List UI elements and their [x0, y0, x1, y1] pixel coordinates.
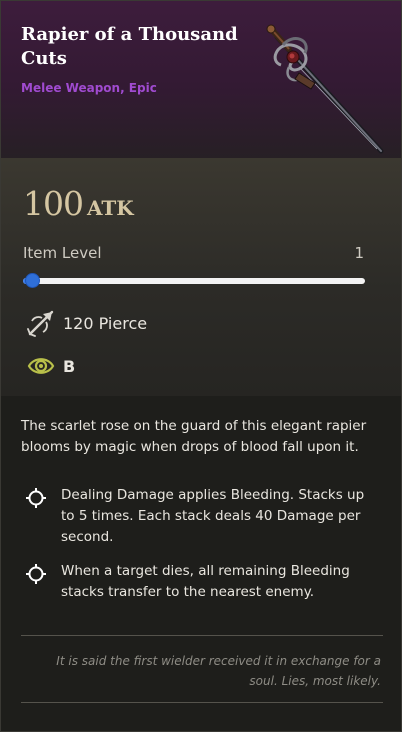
slider-track[interactable] [23, 278, 365, 284]
effect-item: Dealing Damage applies Bleeding. Stacks … [25, 485, 375, 548]
effect-text: When a target dies, all remaining Bleedi… [61, 563, 350, 600]
lore-text: It is said the first wielder received it… [56, 654, 381, 688]
divider [21, 635, 383, 636]
slider-thumb[interactable] [25, 273, 40, 288]
crosshair-icon [26, 564, 46, 584]
crosshair-icon [26, 488, 46, 508]
grade-stat-text: B [63, 356, 76, 376]
grade-stat-row: B [27, 351, 75, 381]
stats-panel: 100 ATK Item Level 1 120 Pierce B [1, 158, 401, 396]
rapier-icon [266, 24, 384, 154]
item-tooltip-card: Rapier of a Thousand Cuts Melee Weapon, … [0, 0, 402, 732]
damage-stat-text: 120 Pierce [63, 313, 148, 333]
item-description: The scarlet rose on the guard of this el… [21, 418, 367, 455]
effects-list: Dealing Damage applies Bleeding. Stacks … [25, 485, 375, 616]
item-level-label: Item Level [23, 244, 102, 262]
divider [21, 702, 383, 703]
eye-icon [27, 358, 55, 374]
pierce-icon [27, 310, 54, 337]
item-type-rarity: Melee Weapon, Epic [21, 81, 157, 95]
attack-label: ATK [87, 196, 134, 220]
effect-item: When a target dies, all remaining Bleedi… [25, 561, 375, 603]
item-name: Rapier of a Thousand Cuts [21, 24, 238, 69]
item-level-value: 1 [354, 244, 364, 262]
attack-value: 100 [23, 184, 84, 223]
damage-stat-row: 120 Pierce [27, 308, 147, 338]
item-level-slider[interactable] [23, 272, 365, 290]
attack-stat: 100 ATK [23, 184, 134, 224]
effect-text: Dealing Damage applies Bleeding. Stacks … [61, 487, 365, 545]
